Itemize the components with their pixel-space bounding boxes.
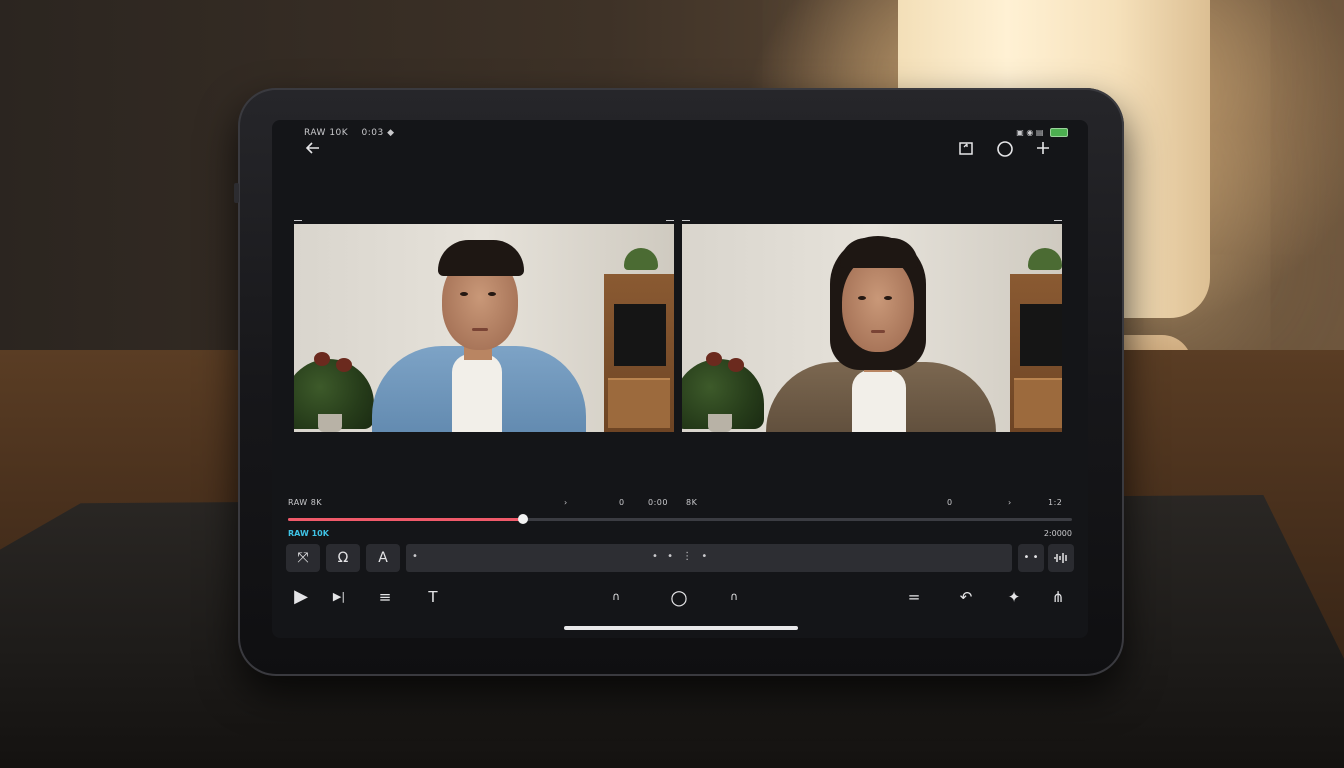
waveform-icon [1054, 553, 1067, 563]
circle-icon [997, 141, 1013, 157]
status-bar-left: RAW 10K 0:03 ◆ [304, 128, 405, 138]
track-label: RAW 10K [288, 529, 329, 538]
timeline-marker-5: 0 [947, 498, 953, 507]
clip-end-button[interactable]: • • [1018, 544, 1044, 572]
export-icon [959, 142, 973, 155]
move-icon: ⤧ [297, 550, 309, 566]
next-frame-button[interactable]: ▶| [326, 584, 352, 610]
title-tool-button[interactable]: T [420, 584, 446, 610]
scrubber-progress [288, 518, 524, 521]
timeline-marker-3: 0:00 [648, 498, 668, 507]
next-marker-button[interactable]: ∩ [724, 584, 744, 610]
status-left-text: RAW 10K [304, 128, 349, 138]
plus-icon [1037, 142, 1049, 154]
menu-button[interactable]: ≡ [372, 584, 398, 610]
video-preview-left[interactable] [294, 224, 674, 432]
play-icon: ▶ [294, 586, 308, 607]
timeline-marker-6: › [1008, 498, 1012, 507]
text-tool-button[interactable]: A [366, 544, 400, 572]
next-frame-icon: ▶| [332, 590, 346, 603]
prev-marker-button[interactable]: ∩ [606, 584, 626, 610]
mask-tool-button[interactable]: Ω [326, 544, 360, 572]
person-head [842, 256, 914, 352]
clip-markers: • • ⋮ • [652, 551, 711, 562]
clip-start-marker: • [412, 551, 418, 562]
arrow-left-icon [305, 142, 319, 154]
battery-icon [1050, 128, 1068, 137]
title-icon: T [428, 588, 438, 606]
home-indicator[interactable] [564, 626, 798, 630]
record-circle-icon: ○ [670, 585, 688, 609]
add-button[interactable] [1032, 140, 1054, 162]
shelf [1010, 274, 1062, 432]
timeline-marker-1: › [564, 498, 568, 507]
export-button[interactable] [955, 140, 977, 162]
video-editor-screen: RAW 10K 0:03 ◆ ▣ ◉ ▤ RAW 8K › 0 0:00 8K … [272, 120, 1088, 638]
mask-icon: Ω [337, 550, 349, 566]
star-icon: ✦ [1007, 588, 1021, 606]
clip-end-marker: • • [1023, 552, 1039, 563]
shelf [604, 274, 674, 432]
back-button[interactable] [302, 140, 324, 162]
status-left-secondary: 0:03 ◆ [361, 128, 395, 138]
audio-waveform-button[interactable] [1048, 544, 1074, 572]
grid-icon: ⋔ [1051, 588, 1065, 606]
play-button[interactable]: ▶ [288, 584, 314, 610]
effects-button[interactable]: ✦ [1002, 584, 1026, 610]
status-bar-right: ▣ ◉ ▤ [1016, 128, 1068, 137]
tablet-side-button [234, 183, 239, 203]
text-tool-icon: A [378, 550, 388, 566]
grid-button[interactable]: ⋔ [1046, 584, 1070, 610]
timeline-right-time: 1:2 [1048, 498, 1063, 507]
timeline-marker-2: 0 [619, 498, 625, 507]
playback-scrubber[interactable] [288, 514, 1072, 524]
clip-track[interactable]: • • • ⋮ • [406, 544, 1012, 572]
scrubber-handle[interactable] [518, 514, 529, 524]
status-icons: ▣ ◉ ▤ [1016, 128, 1044, 137]
tablet-device: RAW 10K 0:03 ◆ ▣ ◉ ▤ RAW 8K › 0 0:00 8K … [234, 88, 1124, 676]
move-tool-button[interactable]: ⤧ [286, 544, 320, 572]
timeline-left-time: RAW 8K [288, 498, 323, 507]
undo-button[interactable]: ↶ [954, 584, 978, 610]
split-button[interactable]: = [902, 584, 926, 610]
prev-marker-icon: ∩ [611, 590, 621, 603]
video-preview-right[interactable] [682, 224, 1062, 432]
record-control-button[interactable]: ○ [665, 584, 693, 610]
timeline-marker-4: 8K [686, 498, 698, 507]
undo-icon: ↶ [959, 588, 973, 606]
split-icon: = [907, 588, 921, 606]
next-marker-icon: ∩ [729, 590, 739, 603]
record-button[interactable] [994, 140, 1016, 162]
menu-icon: ≡ [378, 588, 392, 606]
track-time: 2:0000 [1043, 529, 1072, 538]
